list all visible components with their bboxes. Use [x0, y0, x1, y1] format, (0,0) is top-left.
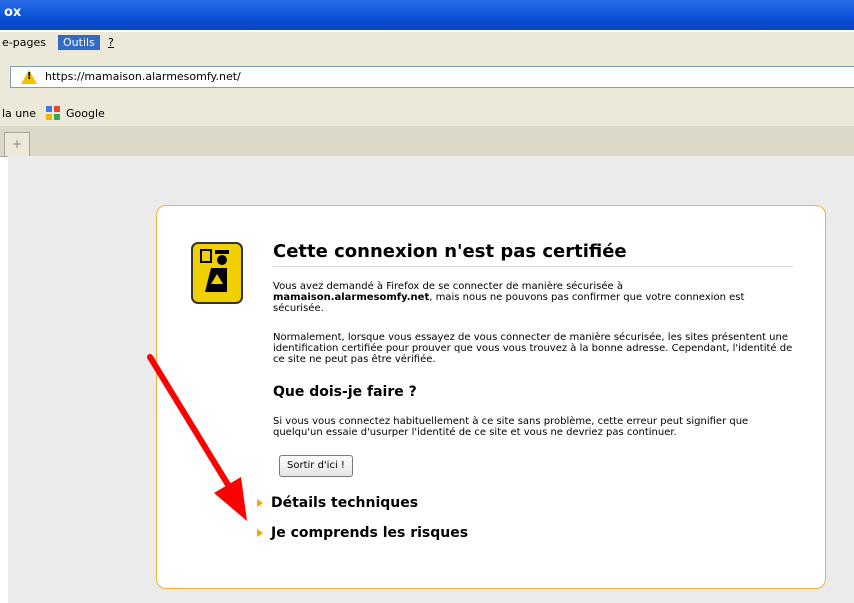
red-annotation-arrow	[147, 354, 247, 521]
